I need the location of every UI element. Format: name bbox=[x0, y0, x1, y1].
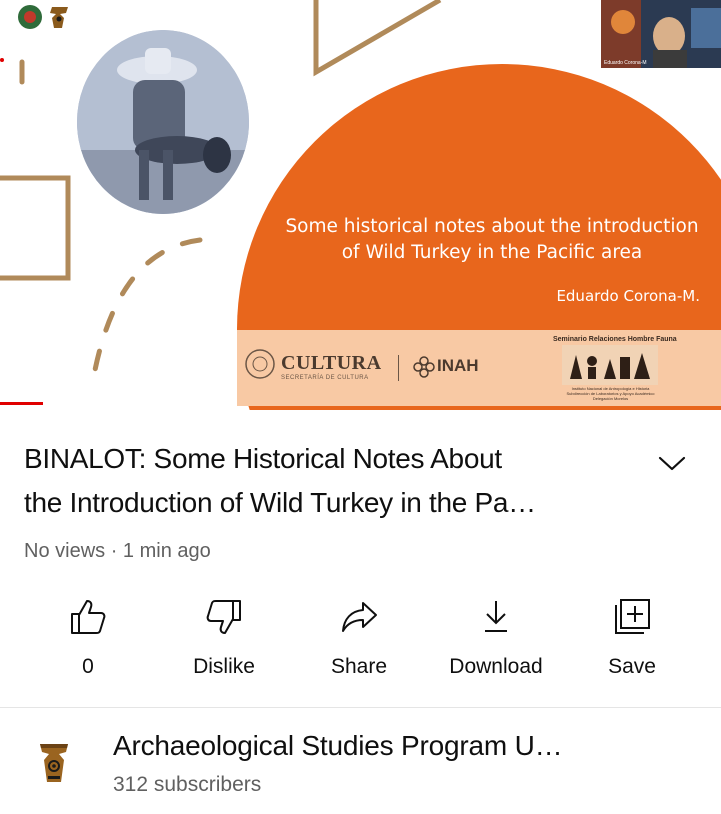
save-button[interactable]: Save bbox=[572, 597, 692, 679]
historical-photo bbox=[77, 30, 249, 214]
slide-title: Some historical notes about the introduc… bbox=[285, 216, 699, 263]
dislike-button[interactable]: Dislike bbox=[164, 597, 284, 679]
video-title[interactable]: BINALOT: Some Historical Notes About the… bbox=[24, 437, 644, 525]
seminario-glyphs-icon bbox=[562, 345, 658, 385]
download-icon bbox=[485, 601, 507, 632]
download-label: Download bbox=[449, 655, 543, 678]
channel-logo-icon[interactable] bbox=[36, 742, 72, 786]
logo-inah: INAH bbox=[437, 356, 479, 375]
playback-progress-bar[interactable] bbox=[0, 402, 44, 405]
webcam-overlay: Eduardo Corona-M bbox=[601, 0, 721, 68]
logo-cultura: CULTURA bbox=[281, 352, 382, 374]
section-divider bbox=[0, 707, 721, 708]
logo-cultura-subtitle: SECRETARÍA DE CULTURA bbox=[281, 375, 369, 381]
share-icon bbox=[342, 602, 377, 632]
seminario-label: Seminario Relaciones Hombre Fauna bbox=[553, 336, 677, 343]
share-button[interactable]: Share bbox=[299, 597, 419, 679]
video-title-line-2: the Introduction of Wild Turkey in the P… bbox=[24, 487, 536, 518]
dislike-label: Dislike bbox=[193, 655, 255, 678]
video-player[interactable]: Some historical notes about the introduc… bbox=[0, 0, 721, 410]
thumbs-up-icon bbox=[71, 600, 106, 634]
like-count: 0 bbox=[82, 655, 94, 678]
save-playlist-icon bbox=[615, 599, 650, 634]
mexico-seal-icon bbox=[245, 349, 275, 379]
chevron-down-icon[interactable] bbox=[657, 452, 687, 474]
like-button[interactable]: 0 bbox=[28, 597, 148, 679]
thumbs-down-icon bbox=[206, 600, 241, 634]
video-frame: Some historical notes about the introduc… bbox=[0, 0, 721, 410]
save-label: Save bbox=[608, 655, 656, 678]
video-title-line-1: BINALOT: Some Historical Notes About bbox=[24, 443, 502, 474]
channel-subscribers: 312 subscribers bbox=[113, 773, 262, 796]
slide-author: Eduardo Corona-M. bbox=[556, 287, 700, 305]
video-meta: No views · 1 min ago bbox=[24, 540, 211, 562]
action-bar: 0 Dislike Share Download Save bbox=[20, 597, 700, 687]
download-button[interactable]: Download bbox=[436, 597, 556, 679]
inah-flower-icon bbox=[413, 356, 435, 378]
webcam-name-label: Eduardo Corona-M bbox=[604, 60, 647, 66]
slide-logos-icon bbox=[18, 5, 68, 29]
institution-text: Instituto Nacional de Antropología e His… bbox=[566, 386, 655, 401]
share-label: Share bbox=[330, 655, 388, 678]
channel-name[interactable]: Archaeological Studies Program U… bbox=[113, 730, 563, 762]
logo-divider bbox=[398, 355, 399, 381]
